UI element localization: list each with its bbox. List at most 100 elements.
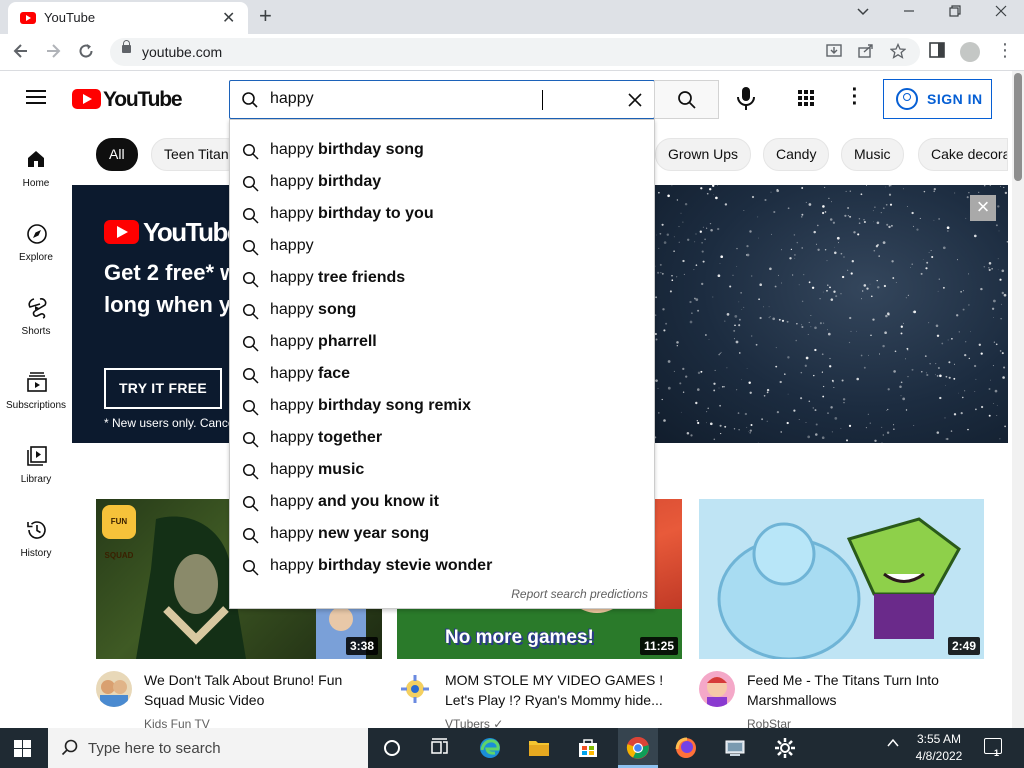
settings-icon[interactable] (773, 736, 797, 760)
clear-search-button[interactable] (627, 88, 643, 114)
suggestion-item[interactable]: happy pharrell (230, 327, 654, 359)
youtube-play-logo-icon (72, 89, 101, 109)
install-app-icon[interactable] (826, 43, 842, 63)
chip-all[interactable]: All (96, 138, 138, 171)
microphone-icon[interactable] (733, 85, 759, 113)
channel-avatar[interactable] (699, 671, 735, 707)
restore-button[interactable] (940, 4, 970, 23)
suggestion-text: happy (270, 237, 314, 255)
banner-close-button[interactable]: × (970, 195, 996, 221)
video-thumbnail[interactable]: 2:49 (699, 499, 984, 659)
task-view-icon[interactable] (428, 736, 452, 760)
history-icon (26, 519, 46, 539)
home-icon (26, 149, 46, 169)
sidebar-item-home[interactable]: Home (0, 127, 72, 197)
sidebar-label: History (20, 548, 52, 559)
sign-in-button[interactable]: SIGN IN (883, 79, 992, 119)
video-duration: 11:25 (639, 637, 678, 655)
browser-menu-icon[interactable]: ⋮ (996, 40, 1014, 61)
store-icon[interactable] (576, 736, 600, 760)
settings-more-icon[interactable]: · · · (851, 80, 859, 114)
suggestion-text: happy birthday to you (270, 205, 434, 223)
search-icon (242, 271, 260, 294)
taskbar-clock[interactable]: 3:55 AM 4/8/2022 (904, 731, 974, 765)
suggestion-item[interactable]: happy birthday song remix (230, 391, 654, 423)
lock-icon[interactable] (122, 40, 131, 53)
back-icon[interactable] (12, 42, 30, 65)
search-icon (242, 207, 260, 230)
youtube-tv-play-icon (104, 220, 139, 244)
browser-tab[interactable]: YouTube ✕ (8, 2, 248, 34)
forward-icon[interactable] (44, 42, 62, 65)
suggestion-item[interactable]: happy (230, 231, 654, 263)
search-button[interactable] (654, 80, 719, 119)
chrome-icon[interactable] (626, 736, 650, 760)
side-panel-icon[interactable] (929, 42, 945, 63)
sidebar-item-history[interactable]: History (0, 497, 72, 567)
search-box[interactable] (229, 80, 655, 119)
video-title[interactable]: MOM STOLE MY VIDEO GAMES ! Let's Play !?… (445, 670, 665, 710)
url-text[interactable]: youtube.com (142, 44, 222, 60)
cortana-icon[interactable] (380, 736, 404, 760)
taskbar-search-box[interactable]: Type here to search (48, 728, 368, 768)
new-tab-button[interactable]: + (259, 3, 272, 29)
suggestion-item[interactable]: happy and you know it (230, 487, 654, 519)
close-window-button[interactable] (986, 4, 1016, 23)
suggestion-item[interactable]: happy birthday to you (230, 199, 654, 231)
report-search-predictions-link[interactable]: Report search predictions (511, 587, 648, 601)
sidebar-item-library[interactable]: Library (0, 423, 72, 493)
tab-close-button[interactable]: ✕ (222, 8, 235, 28)
search-icon (242, 399, 260, 422)
reload-icon[interactable] (77, 42, 95, 65)
search-input[interactable] (270, 90, 600, 108)
suggestion-item[interactable]: happy face (230, 359, 654, 391)
suggestion-text: happy birthday song (270, 141, 424, 159)
apps-grid-icon[interactable] (797, 89, 817, 109)
hamburger-menu-icon[interactable] (26, 90, 46, 104)
edge-icon[interactable] (478, 736, 502, 760)
try-it-free-button[interactable]: TRY IT FREE (104, 368, 222, 409)
notification-count: 1 (994, 748, 1000, 758)
sidebar-label: Explore (19, 252, 53, 263)
search-icon (242, 527, 260, 550)
video-title[interactable]: Feed Me - The Titans Turn Into Marshmall… (747, 670, 977, 710)
address-bar[interactable]: youtube.com (110, 38, 920, 66)
chip-candy[interactable]: Candy (763, 138, 830, 171)
bookmark-star-icon[interactable] (889, 42, 907, 63)
file-explorer-icon[interactable] (527, 736, 551, 760)
suggestion-query-prefix: happy (270, 429, 314, 446)
suggestion-completion: and you know it (313, 493, 439, 510)
suggestion-query-prefix: happy (270, 461, 314, 478)
channel-avatar[interactable] (397, 671, 433, 707)
minimize-button[interactable] (894, 4, 924, 23)
profile-avatar-icon[interactable] (960, 42, 980, 62)
suggestion-item[interactable]: happy birthday (230, 167, 654, 199)
windows-start-icon[interactable] (14, 740, 31, 757)
suggestion-item[interactable]: happy music (230, 455, 654, 487)
tab-search-chevron-icon[interactable] (848, 4, 878, 23)
search-icon (242, 431, 260, 454)
thumbnail-caption: No more games! (445, 627, 594, 648)
action-center-icon[interactable] (984, 738, 1002, 754)
suggestion-item[interactable]: happy birthday song (230, 135, 654, 167)
chip-cake-decorating[interactable]: Cake decora (918, 138, 1008, 171)
sidebar-item-shorts[interactable]: Shorts (0, 275, 72, 345)
suggestion-item[interactable]: happy birthday stevie wonder (230, 551, 654, 583)
suggestion-item[interactable]: happy new year song (230, 519, 654, 551)
channel-avatar[interactable] (96, 671, 132, 707)
suggestion-item[interactable]: happy together (230, 423, 654, 455)
chip-music[interactable]: Music (841, 138, 904, 171)
share-icon[interactable] (858, 43, 874, 63)
sidebar-item-explore[interactable]: Explore (0, 201, 72, 271)
search-icon (242, 495, 260, 518)
scrollbar-thumb[interactable] (1014, 73, 1022, 181)
suggestion-item[interactable]: happy song (230, 295, 654, 327)
video-title[interactable]: We Don't Talk About Bruno! Fun Squad Mus… (144, 670, 374, 710)
show-hidden-icons-chevron-icon[interactable] (886, 736, 900, 753)
suggestion-completion: pharrell (313, 333, 377, 350)
network-drive-icon[interactable] (723, 736, 747, 760)
suggestion-item[interactable]: happy tree friends (230, 263, 654, 295)
firefox-icon[interactable] (674, 736, 698, 760)
sidebar-item-subscriptions[interactable]: Subscriptions (0, 349, 72, 419)
chip-grown-ups[interactable]: Grown Ups (655, 138, 752, 171)
